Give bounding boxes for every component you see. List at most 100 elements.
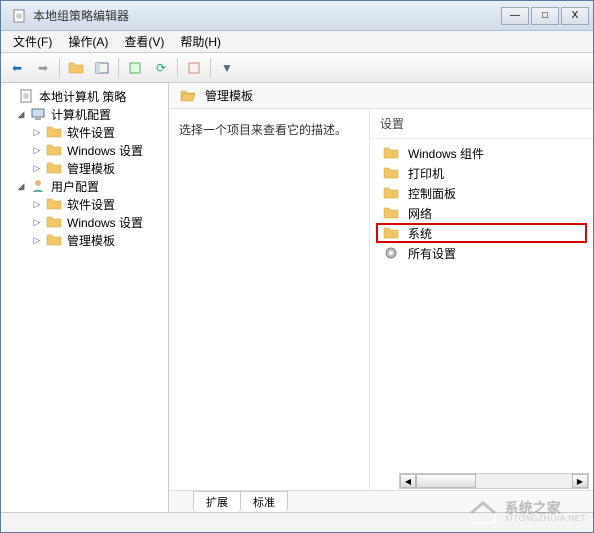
forward-button[interactable]: ➡ [31, 56, 55, 80]
maximize-button[interactable]: □ [531, 7, 559, 25]
setting-label: 所有设置 [408, 245, 456, 262]
tree-user-config[interactable]: ◢ 用户配置 [1, 177, 168, 195]
titlebar[interactable]: 本地组策略编辑器 — □ X [1, 1, 593, 31]
user-icon [30, 178, 46, 194]
show-hide-tree-button[interactable] [90, 56, 114, 80]
main-header-title: 管理模板 [205, 87, 253, 104]
scroll-left-button[interactable]: ◀ [400, 474, 416, 488]
expander-icon[interactable]: ▷ [31, 198, 43, 210]
settings-column-header[interactable]: 设置 [370, 109, 593, 139]
expander-icon[interactable]: ◢ [15, 180, 27, 192]
menubar: 文件(F) 操作(A) 查看(V) 帮助(H) [1, 31, 593, 53]
minimize-button[interactable]: — [501, 7, 529, 25]
setting-windows-components[interactable]: Windows 组件 [376, 143, 587, 163]
tree-label: 软件设置 [65, 196, 117, 213]
setting-label: 网络 [408, 205, 432, 222]
settings-pane: 设置 Windows 组件 打印机 控制面板 [369, 109, 593, 490]
menu-view[interactable]: 查看(V) [116, 31, 172, 52]
setting-system[interactable]: 系统 [376, 223, 587, 243]
expander-icon[interactable]: ▷ [31, 234, 43, 246]
main-header: 管理模板 [169, 83, 593, 109]
main-pane: 管理模板 选择一个项目来查看它的描述。 设置 Windows 组件 [169, 83, 593, 512]
scroll-right-button[interactable]: ▶ [572, 474, 588, 488]
tree-label: Windows 设置 [65, 214, 145, 231]
tree-admin-templates[interactable]: ▷ 管理模板 [1, 159, 168, 177]
refresh-icon: ⟳ [156, 61, 166, 75]
description-prompt: 选择一个项目来查看它的描述。 [179, 121, 359, 138]
tree-label: Windows 设置 [65, 142, 145, 159]
tree-admin-templates[interactable]: ▷ 管理模板 [1, 231, 168, 249]
tab-extended[interactable]: 扩展 [193, 491, 241, 512]
folder-icon [383, 165, 399, 181]
filter-button[interactable]: ▼ [215, 56, 239, 80]
scroll-row: ◀ ▶ [370, 472, 593, 490]
folder-icon [46, 124, 62, 140]
app-icon [11, 8, 27, 24]
setting-label: 控制面板 [408, 185, 456, 202]
folder-icon [383, 185, 399, 201]
menu-action[interactable]: 操作(A) [60, 31, 116, 52]
folder-icon [46, 214, 62, 230]
folder-icon [383, 205, 399, 221]
tree-windows-settings[interactable]: ▷ Windows 设置 [1, 141, 168, 159]
computer-icon [30, 106, 46, 122]
setting-label: Windows 组件 [408, 145, 484, 162]
tree-label: 软件设置 [65, 124, 117, 141]
folder-icon [46, 196, 62, 212]
menu-file[interactable]: 文件(F) [5, 31, 60, 52]
folder-icon [383, 225, 399, 241]
close-button[interactable]: X [561, 7, 589, 25]
description-pane: 选择一个项目来查看它的描述。 [169, 109, 369, 490]
tree-software-settings[interactable]: ▷ 软件设置 [1, 123, 168, 141]
expander-icon[interactable]: ▷ [31, 162, 43, 174]
window-controls: — □ X [501, 7, 589, 25]
setting-printers[interactable]: 打印机 [376, 163, 587, 183]
up-button[interactable] [64, 56, 88, 80]
expander-icon[interactable] [3, 90, 15, 102]
setting-control-panel[interactable]: 控制面板 [376, 183, 587, 203]
policy-icon [18, 88, 34, 104]
refresh-button[interactable]: ⟳ [149, 56, 173, 80]
arrow-left-icon: ⬅ [12, 61, 22, 75]
tab-standard[interactable]: 标准 [240, 491, 288, 512]
toolbar-separator [177, 58, 178, 78]
tree-label: 本地计算机 策略 [37, 88, 128, 105]
scroll-track[interactable] [416, 474, 572, 488]
folder-icon [46, 142, 62, 158]
export-icon [127, 60, 143, 76]
setting-network[interactable]: 网络 [376, 203, 587, 223]
toolbar: ⬅ ➡ ⟳ ▼ [1, 53, 593, 83]
horizontal-scrollbar[interactable]: ◀ ▶ [399, 473, 589, 489]
window: 本地组策略编辑器 — □ X 文件(F) 操作(A) 查看(V) 帮助(H) ⬅… [0, 0, 594, 533]
folder-icon [383, 145, 399, 161]
expander-icon[interactable]: ◢ [15, 108, 27, 120]
window-title: 本地组策略编辑器 [33, 7, 501, 24]
toolbar-separator [59, 58, 60, 78]
expander-icon[interactable]: ▷ [31, 126, 43, 138]
tree-windows-settings[interactable]: ▷ Windows 设置 [1, 213, 168, 231]
expander-icon[interactable]: ▷ [31, 144, 43, 156]
tree-root[interactable]: 本地计算机 策略 [1, 87, 168, 105]
properties-button[interactable] [182, 56, 206, 80]
content-area: 本地计算机 策略 ◢ 计算机配置 ▷ 软件设置 ▷ Windows 设置 ▷ 管… [1, 83, 593, 512]
folder-icon [46, 160, 62, 176]
toolbar-separator [210, 58, 211, 78]
setting-label: 打印机 [408, 165, 444, 182]
folder-open-icon [180, 88, 196, 104]
statusbar [1, 512, 593, 532]
menu-help[interactable]: 帮助(H) [172, 31, 229, 52]
folder-icon [46, 232, 62, 248]
properties-icon [186, 60, 202, 76]
export-button[interactable] [123, 56, 147, 80]
settings-icon [383, 245, 399, 261]
tree-label: 用户配置 [49, 178, 101, 195]
tree-label: 管理模板 [65, 232, 117, 249]
toolbar-separator [118, 58, 119, 78]
expander-icon[interactable]: ▷ [31, 216, 43, 228]
tree-software-settings[interactable]: ▷ 软件设置 [1, 195, 168, 213]
tree-computer-config[interactable]: ◢ 计算机配置 [1, 105, 168, 123]
scroll-thumb[interactable] [416, 474, 476, 488]
back-button[interactable]: ⬅ [5, 56, 29, 80]
setting-all-settings[interactable]: 所有设置 [376, 243, 587, 263]
tree-sidebar[interactable]: 本地计算机 策略 ◢ 计算机配置 ▷ 软件设置 ▷ Windows 设置 ▷ 管… [1, 83, 169, 512]
